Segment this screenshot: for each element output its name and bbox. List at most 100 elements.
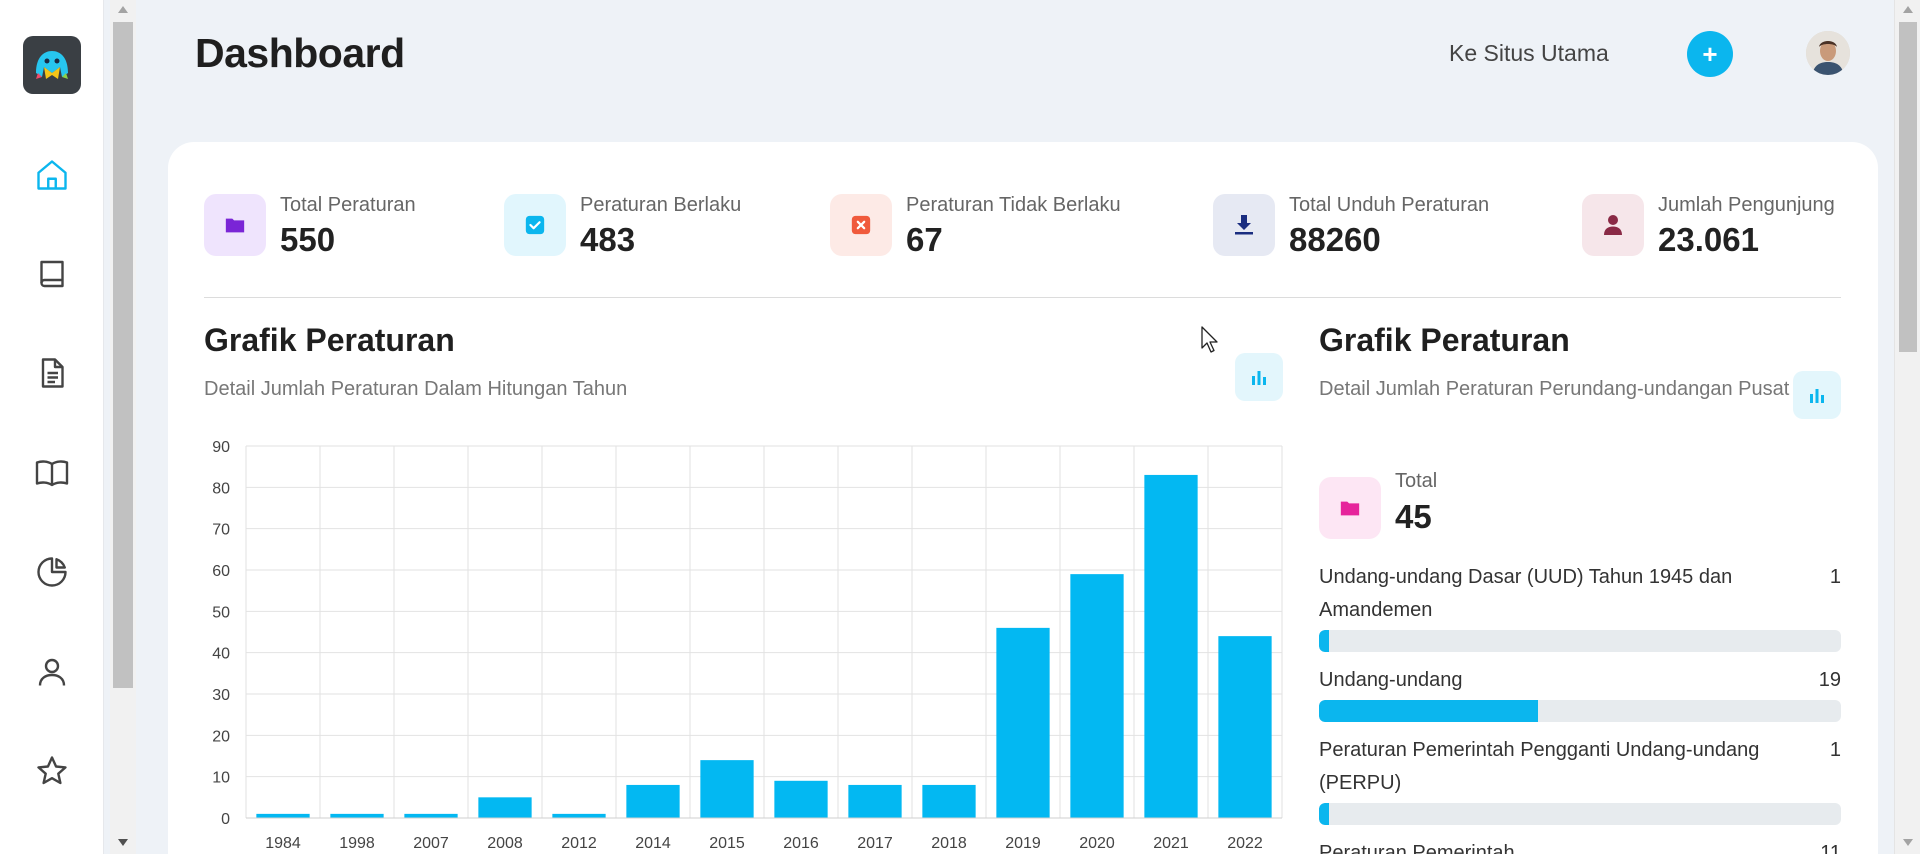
category-progress — [1319, 630, 1841, 652]
sidebar-item-statistics[interactable] — [30, 550, 74, 594]
stat-visitors: Jumlah Pengunjung 23.061 — [1582, 194, 1835, 259]
scrollbar-thumb[interactable] — [113, 22, 133, 688]
bar-chart-icon — [1252, 371, 1266, 385]
total-icon-box — [1319, 477, 1381, 539]
category-count: 19 — [1818, 669, 1841, 691]
x-tick-label: 1984 — [265, 835, 301, 852]
y-tick-label: 60 — [212, 563, 230, 580]
category-progress-fill — [1319, 700, 1539, 722]
sidebar-item-documents[interactable] — [30, 351, 74, 395]
sidebar-scrollbar[interactable] — [110, 0, 136, 854]
category-label: Undang-undang — [1319, 669, 1463, 691]
chart-options-button[interactable] — [1235, 353, 1283, 401]
sidebar-item-favorites[interactable] — [30, 749, 74, 793]
category-progress — [1319, 700, 1841, 722]
bar — [626, 784, 680, 818]
stat-icon-box — [1213, 194, 1275, 256]
x-tick-label: 2015 — [709, 835, 745, 852]
check-icon — [525, 215, 545, 235]
scroll-up-arrow[interactable] — [1903, 6, 1913, 13]
y-tick-label: 70 — [212, 522, 230, 539]
scrollbar-thumb[interactable] — [1899, 22, 1917, 352]
stat-active-regulations: Peraturan Berlaku 483 — [504, 194, 741, 259]
bar — [996, 627, 1050, 818]
category-count: 1 — [1829, 566, 1841, 588]
category-progress — [1319, 803, 1841, 825]
total-label: Total — [1395, 470, 1438, 492]
pie-chart-icon — [37, 557, 67, 587]
sidebar-item-library[interactable] — [30, 451, 74, 495]
bar-chart-svg: 0 10 20 30 40 50 60 70 80 90 1984 1998 2007 2008 2012 2… — [212, 439, 1283, 852]
bar — [478, 797, 532, 818]
sidebar — [0, 0, 104, 854]
user-icon — [38, 658, 66, 686]
stat-label: Total Peraturan — [280, 194, 416, 216]
sidebar-item-home[interactable] — [30, 153, 74, 197]
stat-total-regulations: Total Peraturan 550 — [204, 194, 416, 259]
bar — [1070, 574, 1124, 818]
cursor-icon — [1201, 326, 1218, 353]
category-progress-fill — [1319, 630, 1330, 652]
stat-icon-box — [204, 194, 266, 256]
bar — [330, 813, 384, 818]
open-book-icon — [35, 460, 69, 487]
bar — [922, 784, 976, 818]
x-tick-label: 2014 — [635, 835, 671, 852]
stat-label: Total Unduh Peraturan — [1289, 194, 1490, 216]
y-tick-label: 90 — [212, 439, 230, 456]
scroll-up-arrow[interactable] — [118, 6, 128, 13]
stat-value: 88260 — [1289, 221, 1381, 258]
download-icon — [1235, 215, 1253, 235]
summary-title: Grafik Peraturan — [1319, 322, 1570, 358]
app-logo[interactable] — [23, 36, 81, 94]
x-tick-label: 2020 — [1079, 835, 1115, 852]
avatar[interactable] — [1806, 31, 1850, 75]
bar — [552, 813, 606, 818]
stat-value: 23.061 — [1658, 221, 1759, 258]
category-label: Peraturan Pemerintah — [1319, 842, 1515, 854]
category-count: 1 — [1829, 739, 1841, 761]
x-tick-label: 2017 — [857, 835, 893, 852]
logo-icon — [36, 51, 68, 79]
bar — [404, 813, 458, 818]
mouse-cursor — [1201, 326, 1221, 359]
stat-downloads: Total Unduh Peraturan 88260 — [1213, 194, 1489, 259]
page-scrollbar[interactable] — [1894, 0, 1920, 854]
category-item: Peraturan Pemerintah 11 — [1319, 837, 1841, 854]
bar — [774, 780, 828, 818]
category-item: Peraturan Pemerintah Pengganti Undang-un… — [1319, 734, 1841, 825]
bar — [256, 813, 310, 818]
close-icon — [851, 215, 871, 235]
x-tick-label: 2018 — [931, 835, 967, 852]
summary-options-button[interactable] — [1793, 371, 1841, 419]
stat-value: 550 — [280, 221, 336, 258]
divider — [204, 297, 1841, 298]
x-tick-label: 2008 — [487, 835, 523, 852]
stat-inactive-regulations: Peraturan Tidak Berlaku 67 — [830, 194, 1121, 259]
avatar-image — [1806, 31, 1850, 75]
book-icon — [40, 260, 64, 288]
x-tick-label: 2007 — [413, 835, 449, 852]
sidebar-item-books[interactable] — [30, 252, 74, 296]
category-item: Undang-undang Dasar (UUD) Tahun 1945 dan… — [1319, 561, 1841, 652]
x-tick-label: 2012 — [561, 835, 597, 852]
x-tick-label: 2016 — [783, 835, 819, 852]
main-site-link[interactable]: Ke Situs Utama — [1449, 40, 1609, 67]
y-tick-label: 0 — [221, 811, 230, 828]
stat-label: Jumlah Pengunjung — [1658, 194, 1835, 216]
x-tick-label: 2019 — [1005, 835, 1041, 852]
y-tick-label: 80 — [212, 480, 230, 497]
summary-subtitle: Detail Jumlah Peraturan Perundang-undang… — [1319, 378, 1790, 400]
category-count: 11 — [1820, 842, 1841, 854]
sidebar-item-users[interactable] — [30, 650, 74, 694]
document-icon — [41, 358, 64, 388]
stat-icon-box — [504, 194, 566, 256]
chart-subtitle: Detail Jumlah Peraturan Dalam Hitungan T… — [204, 378, 628, 400]
scroll-down-arrow[interactable] — [118, 839, 128, 846]
add-button[interactable]: + — [1687, 31, 1733, 77]
bar-chart: 0 10 20 30 40 50 60 70 80 90 1984 1998 2007 2008 2012 2… — [204, 428, 1286, 854]
x-tick-label: 2021 — [1153, 835, 1189, 852]
scroll-down-arrow[interactable] — [1903, 839, 1913, 846]
stat-value: 67 — [906, 221, 943, 258]
stat-label: Peraturan Berlaku — [580, 194, 742, 216]
